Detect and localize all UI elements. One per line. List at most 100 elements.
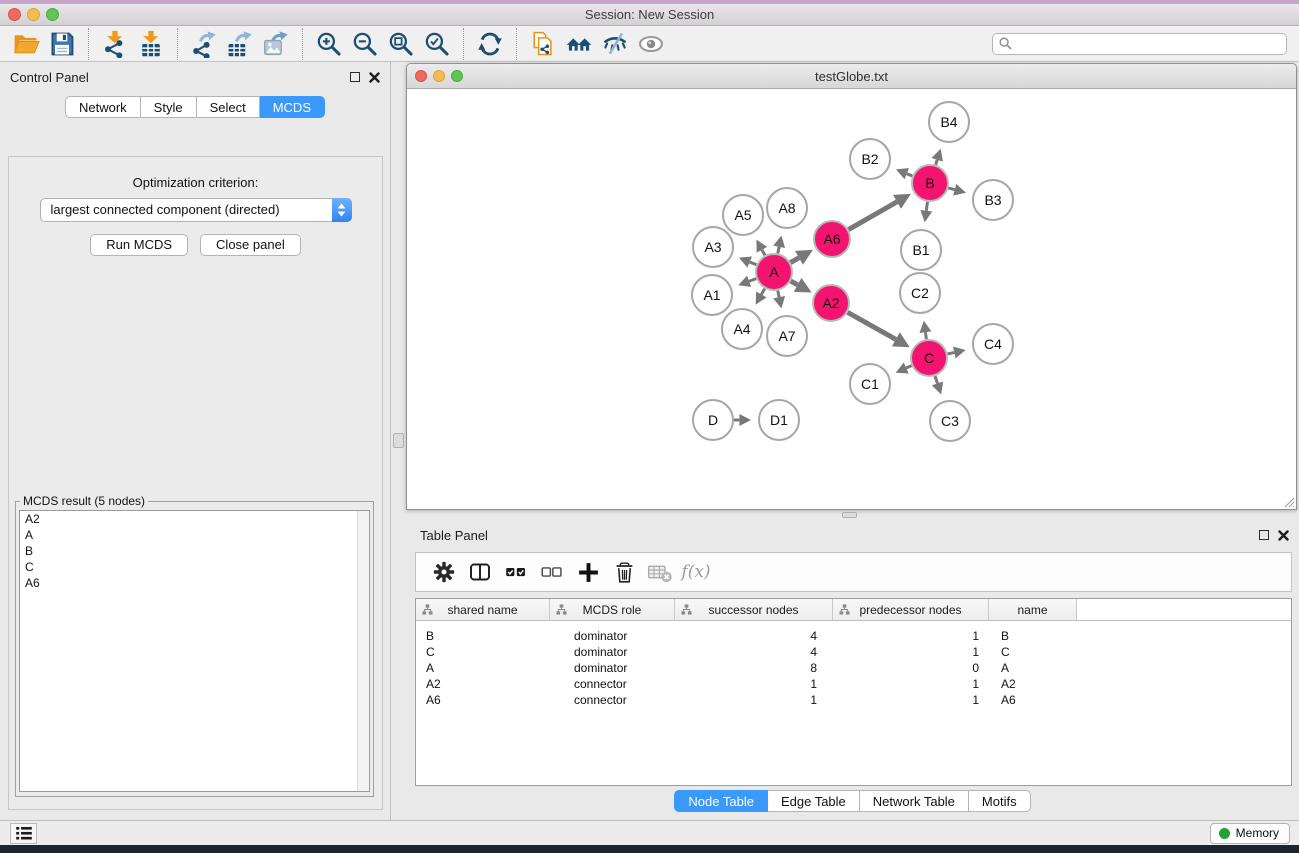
table-cell: A2 bbox=[416, 676, 550, 692]
graph-edge-A-A6[interactable] bbox=[791, 258, 799, 263]
table-cell: A bbox=[989, 660, 1077, 676]
mcds-result-item[interactable]: A bbox=[20, 527, 369, 543]
task-history-button[interactable] bbox=[10, 823, 37, 844]
horizontal-splitter-handle[interactable] bbox=[842, 512, 857, 518]
save-session-button[interactable] bbox=[44, 27, 80, 61]
network-canvas[interactable]: B4B2BB3A8A5A6A3B1AC2A1A2A4A7C4CC1C3DD1 bbox=[408, 90, 1297, 510]
table-cell: A bbox=[416, 660, 550, 676]
graph-edge-C-C1[interactable] bbox=[906, 366, 911, 368]
graph-edge-A6-B[interactable] bbox=[848, 202, 897, 230]
mcds-result-item[interactable]: A2 bbox=[20, 511, 369, 527]
network-overview-button[interactable] bbox=[561, 27, 597, 61]
graph-edge-A-A4[interactable] bbox=[761, 289, 764, 295]
tab-style[interactable]: Style bbox=[141, 96, 197, 118]
graph-edge-A-A2[interactable] bbox=[791, 281, 798, 285]
graph-edge-C-C4[interactable] bbox=[948, 352, 955, 353]
close-panel-icon[interactable] bbox=[1278, 530, 1289, 541]
delete-columns-button[interactable] bbox=[606, 555, 642, 589]
memory-button[interactable]: Memory bbox=[1210, 823, 1290, 844]
mcds-list-scrollbar[interactable] bbox=[357, 511, 369, 791]
graph-edge-A2-C[interactable] bbox=[848, 312, 896, 339]
graph-node-label: A5 bbox=[734, 207, 751, 223]
graph-edge-B-B2[interactable] bbox=[907, 174, 913, 176]
show-graphics-details-button[interactable] bbox=[633, 27, 669, 61]
float-panel-icon[interactable] bbox=[350, 72, 360, 82]
add-column-button[interactable] bbox=[570, 555, 606, 589]
network-window-titlebar[interactable]: testGlobe.txt bbox=[407, 64, 1296, 89]
graph-edge-A-A5[interactable] bbox=[762, 250, 765, 256]
criterion-dropdown[interactable]: largest connected component (directed) bbox=[40, 198, 352, 222]
mcds-result-item[interactable]: C bbox=[20, 559, 369, 575]
function-builder-button[interactable]: f(x) bbox=[678, 555, 714, 589]
attribute-tree-icon bbox=[681, 604, 692, 615]
mcds-result-item[interactable]: B bbox=[20, 543, 369, 559]
mcds-result-list[interactable]: A2ABCA6 bbox=[19, 510, 370, 792]
table-cell: 4 bbox=[675, 644, 833, 660]
clone-network-button[interactable] bbox=[525, 27, 561, 61]
column-header-successor-nodes[interactable]: successor nodes bbox=[675, 599, 833, 620]
tab-mcds[interactable]: MCDS bbox=[260, 96, 325, 118]
zoom-selected-button[interactable] bbox=[419, 27, 455, 61]
search-input[interactable] bbox=[992, 33, 1287, 55]
table-cell: 1 bbox=[833, 644, 989, 660]
export-network-button[interactable] bbox=[186, 27, 222, 61]
table-row[interactable]: Cdominator41C bbox=[416, 644, 1291, 660]
column-header-name[interactable]: name bbox=[989, 599, 1077, 620]
tab-network-table[interactable]: Network Table bbox=[860, 790, 969, 812]
select-all-rows-button[interactable] bbox=[498, 555, 534, 589]
graph-edge-A-A8[interactable] bbox=[778, 247, 779, 254]
graph-edge-A-A1[interactable] bbox=[749, 279, 756, 282]
search-icon bbox=[999, 37, 1012, 50]
table-settings-button[interactable] bbox=[426, 555, 462, 589]
graph-edge-A-A3[interactable] bbox=[750, 262, 757, 265]
close-panel-button[interactable]: Close panel bbox=[200, 234, 301, 256]
header-filler bbox=[1077, 599, 1291, 620]
tab-edge-table[interactable]: Edge Table bbox=[768, 790, 860, 812]
column-header-shared-name[interactable]: shared name bbox=[416, 599, 550, 620]
zoom-out-icon bbox=[351, 30, 379, 58]
tab-select[interactable]: Select bbox=[197, 96, 260, 118]
mcds-result-item[interactable]: A6 bbox=[20, 575, 369, 591]
toolbar-separator bbox=[177, 28, 178, 60]
toolbar-separator bbox=[516, 28, 517, 60]
zoom-out-button[interactable] bbox=[347, 27, 383, 61]
graph-edge-C-C2[interactable] bbox=[925, 332, 926, 339]
zoom-fit-button[interactable] bbox=[383, 27, 419, 61]
refresh-layout-button[interactable] bbox=[472, 27, 508, 61]
table-row[interactable]: A6connector11A6 bbox=[416, 692, 1291, 708]
column-browser-button[interactable] bbox=[462, 555, 498, 589]
zoom-in-button[interactable] bbox=[311, 27, 347, 61]
tab-motifs[interactable]: Motifs bbox=[969, 790, 1031, 812]
close-panel-icon[interactable] bbox=[369, 72, 380, 83]
import-table-button[interactable] bbox=[133, 27, 169, 61]
import-network-button[interactable] bbox=[97, 27, 133, 61]
column-header-mcds-role[interactable]: MCDS role bbox=[550, 599, 675, 620]
graph-edge-B-B4[interactable] bbox=[936, 160, 938, 165]
graph-edge-B-B3[interactable] bbox=[948, 188, 954, 190]
export-table-button[interactable] bbox=[222, 27, 258, 61]
hide-graphics-details-button[interactable] bbox=[597, 27, 633, 61]
tab-node-table[interactable]: Node Table bbox=[674, 790, 768, 812]
table-row[interactable]: Adominator80A bbox=[416, 660, 1291, 676]
graph-node-label: C2 bbox=[911, 285, 929, 301]
vertical-splitter-handle[interactable] bbox=[393, 433, 404, 448]
graph-edge-B-B1[interactable] bbox=[926, 202, 927, 211]
graph-edge-A-A7[interactable] bbox=[778, 291, 779, 298]
window-resize-grip[interactable] bbox=[1282, 495, 1295, 508]
open-folder-icon bbox=[12, 30, 40, 58]
float-panel-icon[interactable] bbox=[1259, 530, 1269, 540]
table-row[interactable]: Bdominator41B bbox=[416, 628, 1291, 644]
table-row[interactable]: A2connector11A2 bbox=[416, 676, 1291, 692]
column-header-predecessor-nodes[interactable]: predecessor nodes bbox=[833, 599, 989, 620]
delete-table-button[interactable] bbox=[642, 555, 678, 589]
deselect-all-rows-button[interactable] bbox=[534, 555, 570, 589]
table-panel-tabs: Node Table Edge Table Network Table Moti… bbox=[406, 790, 1299, 812]
graph-edge-C-C3[interactable] bbox=[935, 376, 937, 383]
tab-network[interactable]: Network bbox=[65, 96, 141, 118]
graph-node-label: A4 bbox=[733, 321, 750, 337]
export-image-button[interactable] bbox=[258, 27, 294, 61]
open-session-button[interactable] bbox=[8, 27, 44, 61]
graph-node-label: A1 bbox=[703, 287, 720, 303]
run-mcds-button[interactable]: Run MCDS bbox=[90, 234, 188, 256]
window-title: Session: New Session bbox=[0, 7, 1299, 22]
